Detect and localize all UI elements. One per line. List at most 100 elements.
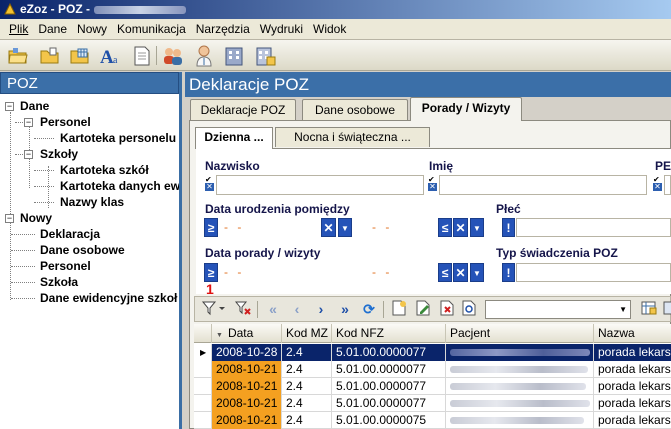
column-header-pacjent[interactable]: Pacjent: [446, 324, 594, 343]
preview-record-icon[interactable]: [459, 300, 479, 319]
table-row[interactable]: ▶ 2008-10-28 2.4 5.01.00.0000077 porada …: [194, 344, 671, 361]
cell-pacjent[interactable]: [446, 412, 594, 429]
visit-date-from-condition-button[interactable]: ≥: [204, 263, 218, 282]
cell-pacjent[interactable]: [446, 344, 594, 361]
date-to-condition-button[interactable]: ≤: [438, 218, 452, 237]
cell-kod-nfz[interactable]: 5.01.00.0000077: [332, 344, 446, 361]
grid-search-combo[interactable]: ▼: [485, 300, 631, 319]
menu-widok[interactable]: Widok: [308, 19, 351, 40]
cell-kod-mz[interactable]: 2.4: [282, 344, 332, 361]
delete-record-icon[interactable]: [437, 300, 457, 319]
filter-mode-icon[interactable]: ✔ ✕: [428, 176, 438, 191]
column-header-data[interactable]: ▼ Data: [212, 324, 282, 343]
cell-nazwa[interactable]: porada lekarsk: [594, 412, 671, 429]
clear-visit-date-to-button[interactable]: ✕: [453, 263, 468, 282]
tab-deklaracje-poz[interactable]: Deklaracje POZ: [190, 99, 296, 121]
collapse-dane-icon[interactable]: −: [5, 102, 14, 111]
visit-date-from[interactable]: - -: [224, 263, 244, 282]
imie-input[interactable]: [439, 175, 647, 195]
cell-nazwa[interactable]: porada lekarsk: [594, 344, 671, 361]
subtab-dzienna[interactable]: Dzienna ...: [195, 127, 273, 149]
menu-nowy[interactable]: Nowy: [72, 19, 112, 40]
menu-komunikacja[interactable]: Komunikacja: [112, 19, 191, 40]
birth-date-from[interactable]: - -: [224, 218, 244, 237]
tree-item-personel-new[interactable]: Personel: [40, 258, 91, 274]
tree-item-szkola[interactable]: Szkoła: [40, 274, 78, 290]
cell-nazwa[interactable]: porada lekarsk: [594, 378, 671, 395]
tab-porady-wizyty[interactable]: Porady / Wizyty: [410, 97, 522, 121]
tree-item-personel[interactable]: Personel: [40, 114, 91, 130]
font-icon[interactable]: Aa: [98, 44, 122, 67]
visit-date-to-dropdown[interactable]: ▼: [470, 263, 484, 282]
cell-kod-nfz[interactable]: 5.01.00.0000075: [332, 412, 446, 429]
clear-birth-date-from-button[interactable]: ✕: [321, 218, 336, 237]
folder-icon[interactable]: [38, 44, 62, 67]
table-row[interactable]: 2008-10-21 2.4 5.01.00.0000077 porada le…: [194, 361, 671, 378]
column-header-nazwa[interactable]: Nazwa: [594, 324, 671, 343]
collapse-nowy-icon[interactable]: −: [5, 214, 14, 223]
new-record-icon[interactable]: [389, 300, 409, 319]
tree-item-kartoteka-personelu[interactable]: Kartoteka personelu: [60, 130, 176, 146]
cell-kod-mz[interactable]: 2.4: [282, 395, 332, 412]
tree-item-nowy[interactable]: Nowy: [20, 210, 52, 226]
document-icon[interactable]: [130, 44, 154, 67]
column-header-kod-mz[interactable]: Kod MZ: [282, 324, 332, 343]
column-header-kod-nfz[interactable]: Kod NFZ: [332, 324, 446, 343]
plec-select[interactable]: [516, 218, 671, 237]
cell-kod-mz[interactable]: 2.4: [282, 412, 332, 429]
cell-kod-mz[interactable]: 2.4: [282, 378, 332, 395]
tree-item-kartoteka-szkol[interactable]: Kartoteka szkół: [60, 162, 149, 178]
collapse-personel-icon[interactable]: −: [24, 118, 33, 127]
birth-date-to[interactable]: - -: [372, 218, 392, 237]
visit-date-to[interactable]: - -: [372, 263, 392, 282]
chevron-down-icon[interactable]: ▼: [619, 301, 627, 318]
cell-data[interactable]: 2008-10-21: [212, 395, 282, 412]
previous-record-icon[interactable]: ‹: [287, 300, 307, 319]
filter-mode-icon[interactable]: ✔ ✕: [205, 176, 215, 191]
cell-nazwa[interactable]: porada lekarsk: [594, 361, 671, 378]
cell-pacjent[interactable]: [446, 378, 594, 395]
menu-plik[interactable]: Plik: [0, 19, 33, 40]
clear-filter-icon[interactable]: [233, 300, 253, 319]
edit-record-icon[interactable]: [413, 300, 433, 319]
folder-grid-icon[interactable]: [68, 44, 92, 67]
building-icon[interactable]: [222, 44, 246, 67]
birth-date-to-dropdown[interactable]: ▼: [470, 218, 484, 237]
cell-nazwa[interactable]: porada lekarsk: [594, 395, 671, 412]
users-icon[interactable]: [161, 44, 185, 67]
building-list-icon[interactable]: [253, 44, 277, 67]
cell-kod-mz[interactable]: 2.4: [282, 361, 332, 378]
birth-date-from-dropdown[interactable]: ▼: [338, 218, 352, 237]
tab-dane-osobowe[interactable]: Dane osobowe: [302, 99, 408, 121]
tree-item-dane[interactable]: Dane: [20, 98, 49, 114]
cell-data[interactable]: 2008-10-21: [212, 361, 282, 378]
collapse-szkoly-icon[interactable]: −: [24, 150, 33, 159]
filter-icon[interactable]: [199, 300, 229, 319]
tree-item-kartoteka-danych-ew[interactable]: Kartoteka danych ew: [60, 178, 179, 194]
visit-date-to-condition-button[interactable]: ≤: [438, 263, 452, 282]
cell-kod-nfz[interactable]: 5.01.00.0000077: [332, 378, 446, 395]
open-folder-icon[interactable]: [6, 44, 30, 67]
typ-swiadczenia-select[interactable]: [516, 263, 671, 282]
tree-item-dane-osobowe[interactable]: Dane osobowe: [40, 242, 125, 258]
plec-mode-button[interactable]: !: [502, 218, 515, 237]
tree-item-dane-ewidencyjne[interactable]: Dane ewidencyjne szkoł: [40, 290, 177, 306]
menu-wydruki[interactable]: Wydruki: [255, 19, 308, 40]
table-row[interactable]: 2008-10-21 2.4 5.01.00.0000077 porada le…: [194, 395, 671, 412]
table-row[interactable]: 2008-10-21 2.4 5.01.00.0000075 porada le…: [194, 412, 671, 429]
first-record-icon[interactable]: «: [263, 300, 283, 319]
cell-data[interactable]: 2008-10-21: [212, 378, 282, 395]
next-record-icon[interactable]: ›: [311, 300, 331, 319]
cell-data[interactable]: 2008-10-28: [212, 344, 282, 361]
cell-pacjent[interactable]: [446, 395, 594, 412]
tree-item-nazwy-klas[interactable]: Nazwy klas: [60, 194, 124, 210]
menu-narzedzia[interactable]: Narzędzia: [191, 19, 255, 40]
grid-options-icon[interactable]: [659, 300, 671, 319]
grid-settings-icon[interactable]: [639, 300, 659, 319]
tree-item-szkoly[interactable]: Szkoły: [40, 146, 78, 162]
pesel-input[interactable]: [664, 175, 671, 195]
menu-dane[interactable]: Dane: [33, 19, 72, 40]
typ-swiadczenia-mode-button[interactable]: !: [502, 263, 515, 282]
tree-item-deklaracja[interactable]: Deklaracja: [40, 226, 100, 242]
nazwisko-input[interactable]: [216, 175, 424, 195]
